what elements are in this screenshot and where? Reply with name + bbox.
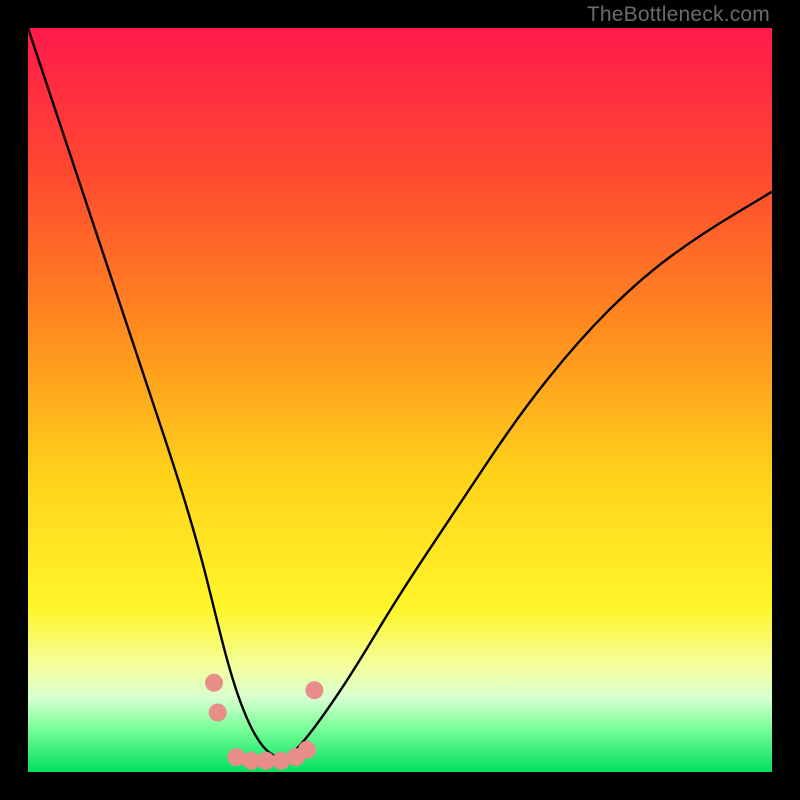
chart-frame xyxy=(28,28,772,772)
curve-marker xyxy=(298,741,316,759)
watermark-text: TheBottleneck.com xyxy=(587,3,770,27)
curve-marker xyxy=(305,681,323,699)
curve-marker xyxy=(209,704,227,722)
bottleneck-chart xyxy=(28,28,772,772)
chart-background-gradient xyxy=(28,28,772,772)
curve-marker xyxy=(205,674,223,692)
